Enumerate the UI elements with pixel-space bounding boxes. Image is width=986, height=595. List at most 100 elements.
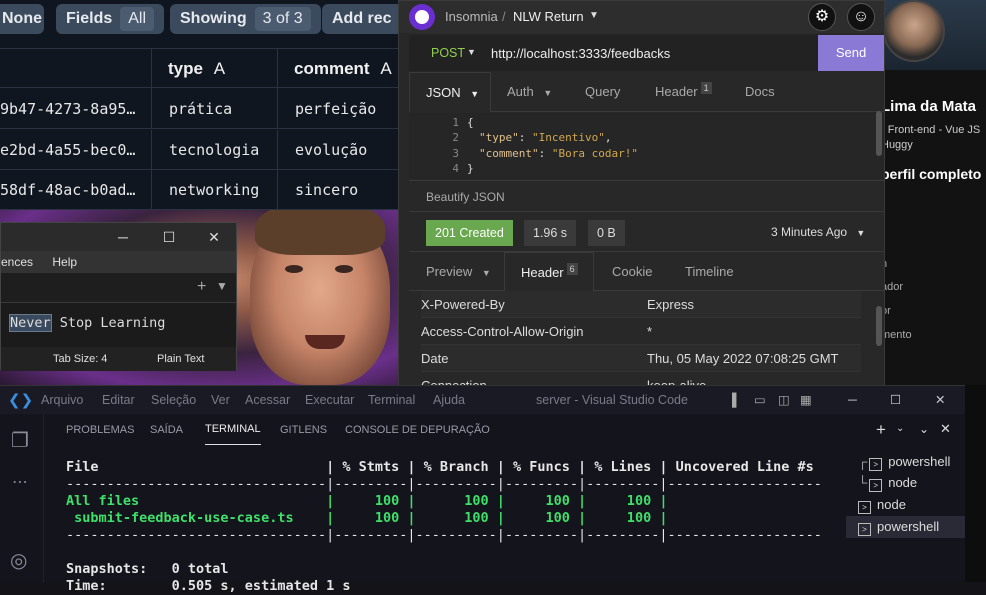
tab-size[interactable]: Tab Size: 4 [53,347,107,371]
menu-arquivo[interactable]: Arquivo [41,386,83,414]
close-icon[interactable]: ✕ [935,386,945,414]
layout-split-icon[interactable]: ◫ [778,386,790,414]
comment-cell[interactable]: perfeição [278,89,400,129]
collection-name[interactable]: NLW Return [513,9,584,24]
vscode-titlebar: ❮❯ Arquivo Editar Seleção Ver Acessar Ex… [0,386,965,414]
tab-auth[interactable]: Auth ▼ [507,72,552,112]
scrollbar-thumb[interactable] [876,111,882,156]
more-icon[interactable]: ⋯ [12,472,28,492]
chevron-down-icon[interactable]: ▼ [589,10,599,21]
tab-saida[interactable]: SAÍDA [150,414,183,446]
type-cell[interactable]: prática [152,89,278,129]
explorer-icon[interactable]: ❐ [11,428,29,453]
profile-section-heading[interactable]: perfil completo [885,166,981,182]
comment-cell[interactable]: evolução [278,130,400,170]
layout-sidebar-icon[interactable]: ▌ [732,386,741,414]
app-breadcrumb[interactable]: Insomnia [445,9,498,24]
type-column-header[interactable]: type A [152,49,278,89]
minimize-icon[interactable]: ─ [113,227,133,247]
table-row[interactable]: 58df-48ac-b0ad… networking sincero [0,170,400,210]
layout-customize-icon[interactable]: ▦ [800,386,812,414]
tab-gitlens[interactable]: GITLENS [280,414,327,446]
scrollbar-thumb[interactable] [876,306,882,346]
type-cell[interactable]: networking [152,170,278,210]
response-size: 0 B [588,220,625,246]
showing-button[interactable]: Showing 3 of 3 [170,4,321,34]
minimize-icon[interactable]: ─ [848,386,857,414]
syntax-mode[interactable]: Plain Text [157,347,205,371]
close-icon[interactable]: ✕ [204,227,224,247]
account-icon[interactable]: ◎ [10,548,27,573]
settings-gear-icon[interactable]: ⚙ [808,3,836,31]
menu-ajuda[interactable]: Ajuda [433,386,465,414]
url-bar: POST ▼ http://localhost:3333/feedbacks S… [409,35,884,71]
tab-preview[interactable]: Preview ▼ [426,252,491,292]
menu-preferences[interactable]: ences [1,255,33,269]
id-cell[interactable]: 58df-48ac-b0ad… [0,170,152,210]
filters-button[interactable]: None [0,4,44,34]
tab-terminal[interactable]: TERMINAL [205,414,261,445]
tab-list-icon[interactable]: ▼ [216,279,228,293]
header-count-badge: 6 [566,263,578,275]
table-row[interactable]: 9b47-4273-8a95… prática perfeição [0,89,400,129]
beautify-json-button[interactable]: Beautify JSON [409,180,884,212]
menu-acessar[interactable]: Acessar [245,386,290,414]
tab-header[interactable]: Header 1 [655,72,712,112]
tab-response-header[interactable]: Header 6 [504,252,594,292]
editor-text-area[interactable]: Never Stop Learning [1,303,236,347]
fields-button[interactable]: Fields All [56,4,165,34]
fields-label: Fields [66,10,113,27]
json-body-editor[interactable]: 1 { 2 "type": "Incentivo", 3 "comment": … [409,113,884,179]
response-tabs: Preview ▼ Header 6 Cookie Timeline [409,251,884,292]
type-cell[interactable]: tecnologia [152,130,278,170]
menu-ver[interactable]: Ver [211,386,230,414]
tab-cookie[interactable]: Cookie [612,252,652,292]
add-record-button[interactable]: Add rec [322,4,400,34]
new-tab-icon[interactable]: + [197,278,206,296]
response-time-ago: 3 Minutes Ago [771,225,848,239]
id-cell[interactable]: e2bd-4a55-bec0… [0,130,152,170]
terminal-output[interactable]: File | % Stmts | % Branch | % Funcs | % … [66,459,822,595]
account-icon[interactable]: ☺ [847,3,875,31]
avatar[interactable] [885,0,945,62]
id-cell[interactable]: 9b47-4273-8a95… [0,89,152,129]
insomnia-logo-icon[interactable] [409,4,435,30]
tab-console-depuracao[interactable]: CONSOLE DE DEPURAÇÃO [345,414,490,446]
maximize-icon[interactable]: ☐ [159,227,179,247]
id-column-header[interactable] [0,49,152,89]
table-row[interactable]: e2bd-4a55-bec0… tecnologia evolução [0,130,400,170]
tab-docs[interactable]: Docs [745,72,775,112]
menu-terminal[interactable]: Terminal [368,386,415,414]
terminal-item[interactable]: └ > node [858,472,917,494]
webcam-hair [255,210,385,255]
menu-selecao[interactable]: Seleção [151,386,196,414]
editor-text: Stop Learning [51,315,166,331]
send-button[interactable]: Send [818,35,884,71]
menu-executar[interactable]: Executar [305,386,354,414]
response-history[interactable]: 3 Minutes Ago ▼ [771,225,865,239]
profile-name[interactable]: Lima da Mata [885,98,976,115]
tab-timeline[interactable]: Timeline [685,252,734,292]
tab-json[interactable]: JSON ▼ [409,72,491,112]
menu-help[interactable]: Help [52,255,77,269]
comment-column-header[interactable]: comment A [278,49,400,89]
tab-query[interactable]: Query [585,72,620,112]
terminal-item[interactable]: > powershell [846,516,965,538]
new-terminal-icon[interactable]: + [876,420,886,440]
terminal-item[interactable]: > node [858,494,906,516]
menu-editar[interactable]: Editar [102,386,135,414]
method-select[interactable]: POST [431,46,465,60]
chevron-down-icon[interactable]: ⌄ [896,423,904,434]
comment-cell[interactable]: sincero [278,170,400,210]
tab-label: Preview [426,264,473,279]
database-table-app: None Fields All Showing 3 of 3 Add rec t… [0,0,400,215]
method-chevron-icon[interactable]: ▼ [467,47,476,57]
url-input[interactable]: http://localhost:3333/feedbacks [491,46,670,61]
terminal-item[interactable]: ┌ > powershell [858,451,950,473]
collapse-panel-icon[interactable]: ⌄ [919,422,929,436]
layout-panel-icon[interactable]: ▭ [754,386,766,414]
editor-menubar: ences Help [1,251,236,273]
maximize-icon[interactable]: ☐ [890,386,901,414]
close-panel-icon[interactable]: ✕ [940,421,951,437]
tab-problemas[interactable]: PROBLEMAS [66,414,134,446]
